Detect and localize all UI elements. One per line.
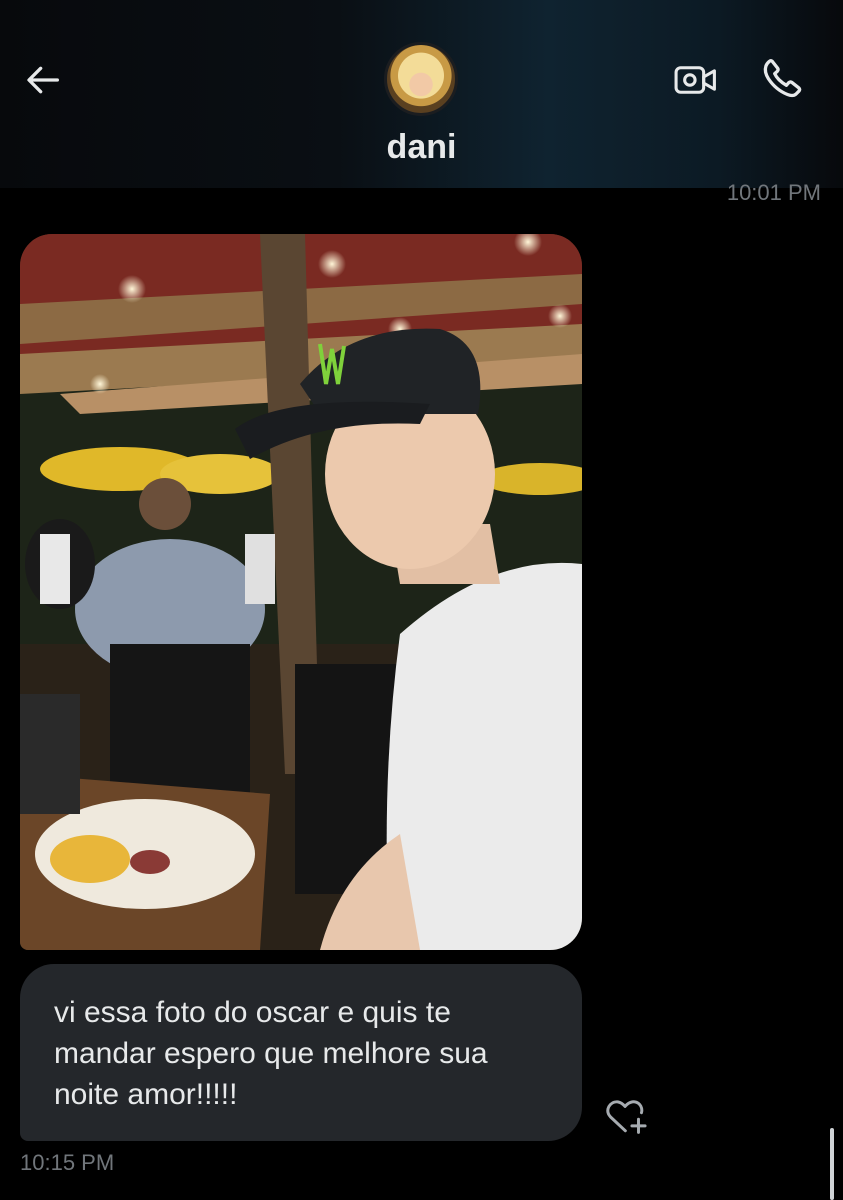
photo-content: [20, 234, 582, 950]
message-timestamp: 10:15 PM: [20, 1150, 115, 1175]
video-camera-icon: [674, 66, 716, 94]
add-reaction-button[interactable]: [602, 1094, 652, 1138]
message-bubble[interactable]: vi essa foto do oscar e quis te mandar e…: [20, 964, 582, 1141]
arrow-left-icon: [27, 66, 59, 94]
video-call-button[interactable]: [670, 54, 722, 106]
message-timestamp: 10:01 PM: [726, 180, 821, 205]
message-photo[interactable]: [20, 234, 582, 950]
contact-avatar[interactable]: [384, 42, 458, 116]
phone-icon: [763, 59, 802, 98]
chat-header: dani: [0, 0, 843, 188]
back-button[interactable]: [22, 58, 66, 102]
scrollbar[interactable]: [830, 1128, 834, 1200]
contact-name[interactable]: dani: [0, 128, 843, 167]
heart-plus-icon: [606, 1100, 647, 1134]
voice-call-button[interactable]: [756, 52, 808, 104]
